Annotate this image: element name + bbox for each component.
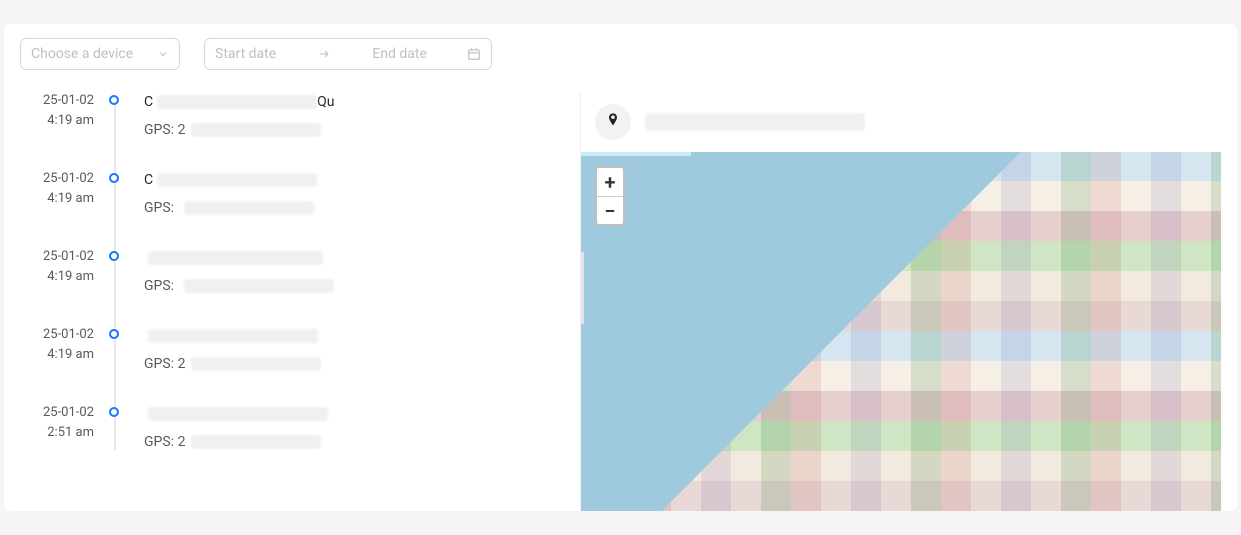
timeline-date: 25-01-02 — [20, 404, 94, 422]
timeline-gps: GPS: — [144, 200, 560, 216]
map-loading-bar — [581, 152, 691, 156]
timeline-title: C — [144, 170, 560, 190]
redacted-text — [157, 95, 317, 109]
timeline-dot-icon — [109, 407, 119, 417]
map-pin-badge — [595, 104, 631, 140]
redacted-text — [148, 407, 328, 421]
arrow-right-icon — [316, 48, 332, 60]
timeline-datetime: 25-01-02 4:19 am — [20, 170, 102, 216]
timeline-date: 25-01-02 — [20, 248, 94, 266]
timeline-datetime: 25-01-02 2:51 am — [20, 404, 102, 450]
device-select-placeholder: Choose a device — [31, 46, 133, 62]
timeline-item[interactable]: 25-01-02 4:19 am GPS: 2 — [20, 326, 560, 372]
chevron-down-icon — [157, 48, 169, 60]
start-date-placeholder: Start date — [215, 46, 276, 62]
zoom-out-button[interactable]: − — [597, 196, 623, 224]
redacted-text — [184, 279, 334, 293]
redacted-text — [191, 357, 321, 371]
timeline-date: 25-01-02 — [20, 326, 94, 344]
timeline-dot-icon — [109, 95, 119, 105]
timeline-item[interactable]: 25-01-02 4:19 am C Qu GPS: — [20, 92, 560, 138]
device-select[interactable]: Choose a device — [20, 38, 180, 70]
timeline-datetime: 25-01-02 4:19 am — [20, 326, 102, 372]
timeline-time: 4:19 am — [20, 268, 94, 286]
timeline-column: 25-01-02 4:19 am C Qu GPS: — [20, 92, 580, 511]
timeline-time: 2:51 am — [20, 424, 94, 442]
map-tiles-blurred — [581, 152, 1221, 511]
redacted-text — [191, 123, 321, 137]
map-pin-icon — [605, 112, 621, 132]
timeline-date: 25-01-02 — [20, 92, 94, 110]
redacted-text — [191, 435, 321, 449]
timeline-title — [144, 326, 560, 346]
timeline-dot-icon — [109, 173, 119, 183]
filter-bar: Choose a device Start date End date — [20, 38, 1221, 70]
map-header — [581, 92, 1221, 152]
timeline-datetime: 25-01-02 4:19 am — [20, 92, 102, 138]
timeline-gps: GPS: 2 — [144, 122, 560, 138]
timeline-item[interactable]: 25-01-02 4:19 am C GPS: — [20, 170, 560, 216]
calendar-icon — [467, 47, 481, 61]
map-scrollbar[interactable] — [581, 252, 584, 324]
timeline-title — [144, 404, 560, 424]
timeline-gps: GPS: 2 — [144, 434, 560, 450]
timeline-item[interactable]: 25-01-02 2:51 am GPS: 2 — [20, 404, 560, 450]
zoom-in-button[interactable]: + — [597, 168, 623, 196]
redacted-address — [645, 113, 865, 131]
map-column: + − — [580, 92, 1221, 511]
timeline-title — [144, 248, 560, 268]
timeline-item[interactable]: 25-01-02 4:19 am GPS: — [20, 248, 560, 294]
redacted-text — [157, 173, 317, 187]
timeline-datetime: 25-01-02 4:19 am — [20, 248, 102, 294]
timeline-time: 4:19 am — [20, 346, 94, 364]
timeline-time: 4:19 am — [20, 190, 94, 208]
timeline-dot-icon — [109, 251, 119, 261]
main-panel: Choose a device Start date End date — [4, 24, 1237, 511]
timeline-date: 25-01-02 — [20, 170, 94, 188]
timeline-gps: GPS: 2 — [144, 356, 560, 372]
timeline-time: 4:19 am — [20, 112, 94, 130]
end-date-placeholder: End date — [372, 46, 427, 62]
map-canvas[interactable]: + − — [581, 152, 1221, 511]
timeline-title: C Qu — [144, 92, 560, 112]
timeline-dot-icon — [109, 329, 119, 339]
timeline: 25-01-02 4:19 am C Qu GPS: — [20, 92, 580, 450]
redacted-text — [184, 201, 314, 215]
zoom-control: + − — [595, 166, 625, 226]
date-range-picker[interactable]: Start date End date — [204, 38, 492, 70]
redacted-text — [148, 329, 318, 343]
redacted-text — [148, 251, 323, 265]
timeline-gps: GPS: — [144, 278, 560, 294]
